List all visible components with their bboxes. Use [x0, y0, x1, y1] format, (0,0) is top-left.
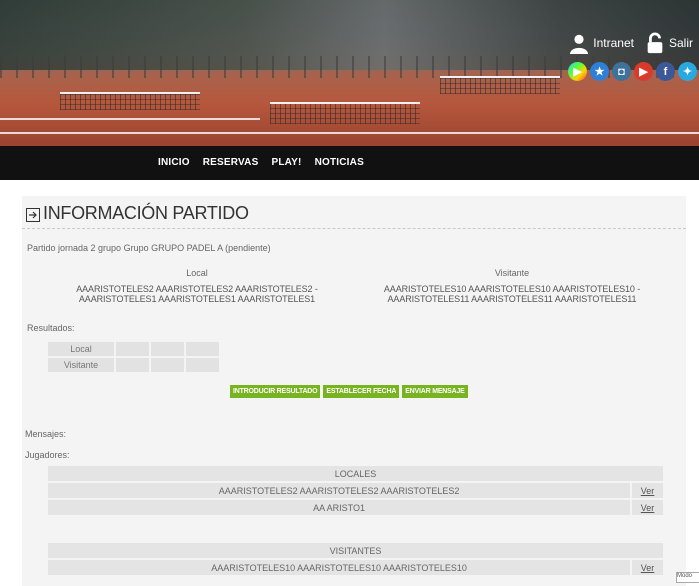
- intranet-link[interactable]: Intranet: [568, 32, 634, 54]
- banner-net-top-left: [60, 92, 200, 94]
- results-cell: [186, 358, 219, 372]
- header-user-links: Intranet Salir: [568, 32, 693, 54]
- visitor-names-line-1: AAARISTOTELES10 AAARISTOTELES10 AAARISTO…: [383, 284, 641, 294]
- results-cell: [116, 358, 149, 372]
- local-names-line-1: AAARISTOTELES2 AAARISTOTELES2 AAARISTOTE…: [76, 284, 318, 294]
- set-date-button[interactable]: ESTABLECER FECHA: [323, 385, 400, 398]
- view-player-link[interactable]: Ver: [632, 483, 663, 498]
- local-players-header: LOCALES: [48, 466, 663, 481]
- send-message-button[interactable]: ENVIAR MENSAJE: [402, 385, 468, 398]
- lock-icon: [647, 32, 663, 54]
- banner-net-top-middle: [270, 102, 420, 104]
- results-row-label: Local: [48, 342, 114, 356]
- local-names-line-2: AAARISTOTELES1 AAARISTOTELES1 AAARISTOTE…: [78, 294, 316, 304]
- header-banner: Intranet Salir ▶ ★ ◘ ▶ f ✦: [0, 0, 699, 146]
- edge-mode-tab[interactable]: Modo: [676, 572, 699, 583]
- action-buttons: INTRODUCIR RESULTADO ESTABLECER FECHA EN…: [230, 385, 468, 398]
- banner-net-top-right: [440, 76, 560, 78]
- match-subtitle: Partido jornada 2 grupo Grupo GRUPO PADE…: [27, 243, 271, 253]
- local-team-names: AAARISTOTELES2 AAARISTOTELES2 AAARISTOTE…: [62, 284, 332, 304]
- messages-label: Mensajes:: [25, 429, 67, 439]
- user-icon: [570, 34, 589, 54]
- results-row-label: Visitante: [48, 358, 114, 372]
- visitor-names-line-2: AAARISTOTELES11 AAARISTOTELES11 AAARISTO…: [387, 294, 637, 304]
- visitor-team-names: AAARISTOTELES10 AAARISTOTELES10 AAARISTO…: [372, 284, 652, 304]
- local-heading: Local: [186, 268, 208, 278]
- intranet-label: Intranet: [593, 36, 634, 50]
- banner-court-line: [0, 132, 699, 134]
- results-table: Local Visitante: [46, 340, 221, 374]
- results-label: Resultados:: [27, 323, 75, 333]
- google-play-icon[interactable]: ▶: [568, 62, 587, 81]
- nav-item-play[interactable]: PLAY!: [271, 157, 301, 168]
- nav-item-reservas[interactable]: RESERVAS: [203, 157, 259, 168]
- player-name: AAARISTOTELES2 AAARISTOTELES2 AAARISTOTE…: [48, 483, 631, 498]
- enter-result-button[interactable]: INTRODUCIR RESULTADO: [230, 385, 321, 398]
- results-cell: [186, 342, 219, 356]
- app-store-icon[interactable]: ★: [590, 62, 609, 81]
- results-cell: [151, 358, 184, 372]
- instagram-icon[interactable]: ◘: [612, 62, 631, 81]
- social-icons: ▶ ★ ◘ ▶ f ✦: [568, 62, 697, 81]
- player-name: AA ARISTO1: [48, 500, 631, 515]
- visitor-players-header: VISITANTES: [48, 543, 663, 558]
- view-player-link[interactable]: Ver: [632, 560, 663, 575]
- player-name: AAARISTOTELES10 AAARISTOTELES10 AAARISTO…: [48, 560, 631, 575]
- banner-net-left: [60, 92, 200, 110]
- table-row: AAARISTOTELES2 AAARISTOTELES2 AAARISTOTE…: [48, 483, 663, 498]
- banner-net-middle: [270, 102, 420, 124]
- arrow-right-box-icon: [26, 208, 40, 222]
- visitor-players-table: VISITANTES AAARISTOTELES10 AAARISTOTELES…: [46, 541, 665, 577]
- banner-court-line-2: [0, 118, 260, 120]
- table-row: AAARISTOTELES10 AAARISTOTELES10 AAARISTO…: [48, 560, 663, 575]
- table-row: AA ARISTO1 Ver: [48, 500, 663, 515]
- nav-item-inicio[interactable]: INICIO: [158, 157, 190, 168]
- facebook-icon[interactable]: f: [656, 62, 675, 81]
- visitors-heading: VISITANTES: [48, 543, 663, 558]
- logout-link[interactable]: Salir: [644, 32, 693, 54]
- view-player-link[interactable]: Ver: [632, 500, 663, 515]
- players-label: Jugadores:: [25, 450, 70, 460]
- youtube-icon[interactable]: ▶: [634, 62, 653, 81]
- visitor-heading: Visitante: [494, 268, 530, 278]
- banner-net-right: [440, 76, 560, 94]
- page-title: INFORMACIÓN PARTIDO: [43, 203, 249, 223]
- results-cell: [151, 342, 184, 356]
- results-row-local: Local: [48, 342, 219, 356]
- main-nav: INICIO RESERVAS PLAY! NOTICIAS: [0, 146, 699, 180]
- results-row-visitor: Visitante: [48, 358, 219, 372]
- results-cell: [116, 342, 149, 356]
- nav-item-noticias[interactable]: NOTICIAS: [315, 157, 364, 168]
- match-info-panel: INFORMACIÓN PARTIDO Partido jornada 2 gr…: [22, 196, 686, 586]
- logout-label: Salir: [668, 36, 693, 50]
- local-players-table: LOCALES AAARISTOTELES2 AAARISTOTELES2 AA…: [46, 464, 665, 517]
- locals-heading: LOCALES: [48, 466, 663, 481]
- twitter-icon[interactable]: ✦: [678, 62, 697, 81]
- page-title-row: INFORMACIÓN PARTIDO: [22, 202, 686, 229]
